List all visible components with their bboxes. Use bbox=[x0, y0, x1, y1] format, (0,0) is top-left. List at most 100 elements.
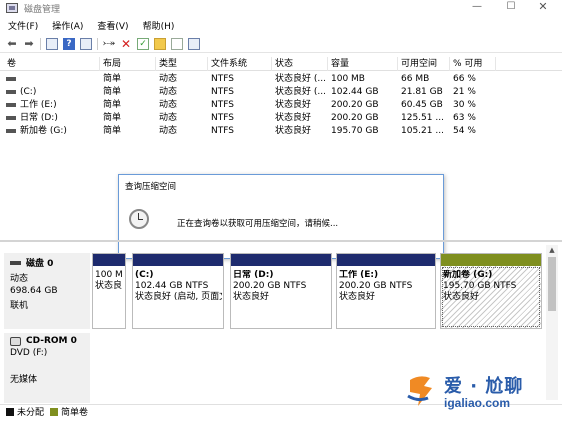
table-row[interactable]: 工作 (E:) 简单 动态 NTFS 状态良好 200.20 GB 60.45 … bbox=[0, 99, 562, 111]
menu-view[interactable]: 查看(V) bbox=[97, 19, 128, 32]
partition-system-reserved[interactable]: 100 M 状态良 bbox=[92, 253, 126, 329]
percent-free-cell: 66 % bbox=[453, 74, 476, 84]
properties-icon[interactable] bbox=[80, 37, 92, 50]
watermark: 爱 · 尬聊 igaliao.com bbox=[404, 368, 554, 418]
partition-name: (C:) bbox=[135, 270, 154, 280]
partition-size: 102.44 GB NTFS bbox=[135, 281, 209, 291]
forward-arrow-icon[interactable]: ➡ bbox=[23, 37, 35, 50]
menu-file[interactable]: 文件(F) bbox=[8, 19, 38, 32]
cdrom-0-label[interactable]: CD-ROM 0 DVD (F:) 无媒体 bbox=[4, 333, 90, 403]
hard-disk-icon bbox=[10, 260, 21, 265]
legend-simple: 简单卷 bbox=[61, 408, 89, 418]
close-button[interactable]: ✕ bbox=[528, 0, 558, 16]
free-space-cell: 66 MB bbox=[401, 74, 430, 84]
column-header-volume[interactable]: 卷 bbox=[4, 57, 100, 71]
partition-size: 100 M bbox=[95, 270, 123, 280]
check-icon[interactable]: ✓ bbox=[137, 37, 149, 50]
watermark-url: igaliao.com bbox=[444, 396, 511, 410]
scroll-up-icon[interactable]: ▲ bbox=[546, 245, 558, 255]
partition-size: 195.70 GB NTFS bbox=[443, 281, 517, 291]
disk-type: 动态 bbox=[10, 274, 29, 284]
type-cell: 动态 bbox=[159, 87, 178, 97]
volume-name: 新加卷 (G:) bbox=[20, 126, 67, 136]
status-cell: 状态良好 (... bbox=[275, 87, 326, 97]
scroll-thumb[interactable] bbox=[548, 257, 556, 311]
column-header-type[interactable]: 类型 bbox=[156, 57, 208, 71]
column-header-capacity[interactable]: 容量 bbox=[328, 57, 398, 71]
toolbar: ⬅ ➡ ? ⤐ ✕ ✓ bbox=[0, 35, 562, 53]
column-header-percent-free[interactable]: % 可用 bbox=[450, 57, 496, 71]
table-row[interactable]: 简单 动态 NTFS 状态良好 (... 100 MB 66 MB 66 % bbox=[0, 73, 562, 85]
partition-e[interactable]: 工作 (E:) 200.20 GB NTFS 状态良好 bbox=[336, 253, 436, 329]
delete-icon[interactable]: ✕ bbox=[120, 38, 132, 50]
watermark-brand: 爱 · 尬聊 bbox=[444, 376, 524, 397]
layout-cell: 简单 bbox=[103, 100, 122, 110]
column-header-free-space[interactable]: 可用空间 bbox=[398, 57, 450, 71]
disk-list-icon[interactable] bbox=[46, 37, 58, 50]
unallocated-swatch bbox=[6, 407, 14, 416]
column-header-status[interactable]: 状态 bbox=[272, 57, 328, 71]
folder-icon[interactable] bbox=[154, 37, 166, 50]
pane-splitter[interactable] bbox=[0, 240, 562, 242]
layout-cell: 简单 bbox=[103, 87, 122, 97]
layout-cell: 简单 bbox=[103, 113, 122, 123]
volume-name-cell: 新加卷 (G:) bbox=[4, 125, 100, 137]
help-icon[interactable]: ? bbox=[63, 37, 75, 50]
partition-status: 状态良好 bbox=[443, 292, 480, 302]
partition-bar bbox=[133, 254, 223, 266]
disk-size: 698.64 GB bbox=[10, 286, 58, 296]
type-cell: 动态 bbox=[159, 74, 178, 84]
drive-icon bbox=[6, 77, 16, 81]
free-space-cell: 105.21 ... bbox=[401, 126, 444, 136]
disk-0-label[interactable]: 磁盘 0 动态 698.64 GB 联机 bbox=[4, 253, 90, 329]
toolbar-separator bbox=[97, 37, 98, 50]
toolbar-separator bbox=[40, 37, 41, 50]
volume-name-cell: (C:) bbox=[4, 86, 100, 98]
document-icon[interactable] bbox=[171, 37, 183, 50]
partition-size: 200.20 GB NTFS bbox=[339, 281, 413, 291]
capacity-cell: 195.70 GB bbox=[331, 126, 379, 136]
connect-icon[interactable]: ⤐ bbox=[103, 38, 115, 50]
partition-status: 状态良好 bbox=[233, 292, 270, 302]
minimize-button[interactable]: — bbox=[462, 0, 492, 16]
menu-help[interactable]: 帮助(H) bbox=[143, 19, 175, 32]
partition-c[interactable]: (C:) 102.44 GB NTFS 状态良好 (启动, 页面文 bbox=[132, 253, 224, 329]
table-row[interactable]: 日常 (D:) 简单 动态 NTFS 状态良好 200.20 GB 125.51… bbox=[0, 112, 562, 124]
filesystem-cell: NTFS bbox=[211, 100, 234, 110]
filesystem-cell: NTFS bbox=[211, 87, 234, 97]
disk-state: 联机 bbox=[10, 301, 29, 311]
legend-unallocated: 未分配 bbox=[17, 408, 45, 418]
free-space-cell: 125.51 ... bbox=[401, 113, 444, 123]
back-arrow-icon[interactable]: ⬅ bbox=[6, 37, 18, 50]
maximize-button[interactable]: ☐ bbox=[496, 0, 526, 16]
capacity-cell: 100 MB bbox=[331, 74, 365, 84]
clock-icon bbox=[129, 209, 149, 229]
menu-action[interactable]: 操作(A) bbox=[52, 19, 83, 32]
column-header-filesystem[interactable]: 文件系统 bbox=[208, 57, 272, 71]
partition-status: 状态良 bbox=[95, 281, 123, 291]
drive-icon bbox=[6, 129, 16, 133]
partition-g[interactable]: 新加卷 (G:) 195.70 GB NTFS 状态良好 bbox=[440, 253, 542, 329]
drive-icon bbox=[6, 103, 16, 107]
disk-management-icon bbox=[6, 3, 18, 13]
partition-name: 新加卷 (G:) bbox=[443, 270, 493, 280]
dialog-message: 正在查询卷以获取可用压缩空间，请稍候... bbox=[177, 219, 339, 229]
dialog-title: 查询压缩空间 bbox=[125, 182, 177, 192]
table-row[interactable]: 新加卷 (G:) 简单 动态 NTFS 状态良好 195.70 GB 105.2… bbox=[0, 125, 562, 137]
volume-name-cell: 工作 (E:) bbox=[4, 99, 100, 111]
free-space-cell: 21.81 GB bbox=[401, 87, 443, 97]
filesystem-cell: NTFS bbox=[211, 74, 234, 84]
layout-cell: 简单 bbox=[103, 74, 122, 84]
table-row[interactable]: (C:) 简单 动态 NTFS 状态良好 (... 102.44 GB 21.8… bbox=[0, 86, 562, 98]
filesystem-cell: NTFS bbox=[211, 113, 234, 123]
column-header-layout[interactable]: 布局 bbox=[100, 57, 156, 71]
percent-free-cell: 63 % bbox=[453, 113, 476, 123]
settings-list-icon[interactable] bbox=[188, 37, 200, 50]
percent-free-cell: 21 % bbox=[453, 87, 476, 97]
type-cell: 动态 bbox=[159, 100, 178, 110]
partition-bar bbox=[93, 254, 125, 266]
filesystem-cell: NTFS bbox=[211, 126, 234, 136]
volume-name: (C:) bbox=[20, 87, 37, 97]
partition-d[interactable]: 日常 (D:) 200.20 GB NTFS 状态良好 bbox=[230, 253, 332, 329]
cdrom-icon bbox=[10, 336, 21, 346]
